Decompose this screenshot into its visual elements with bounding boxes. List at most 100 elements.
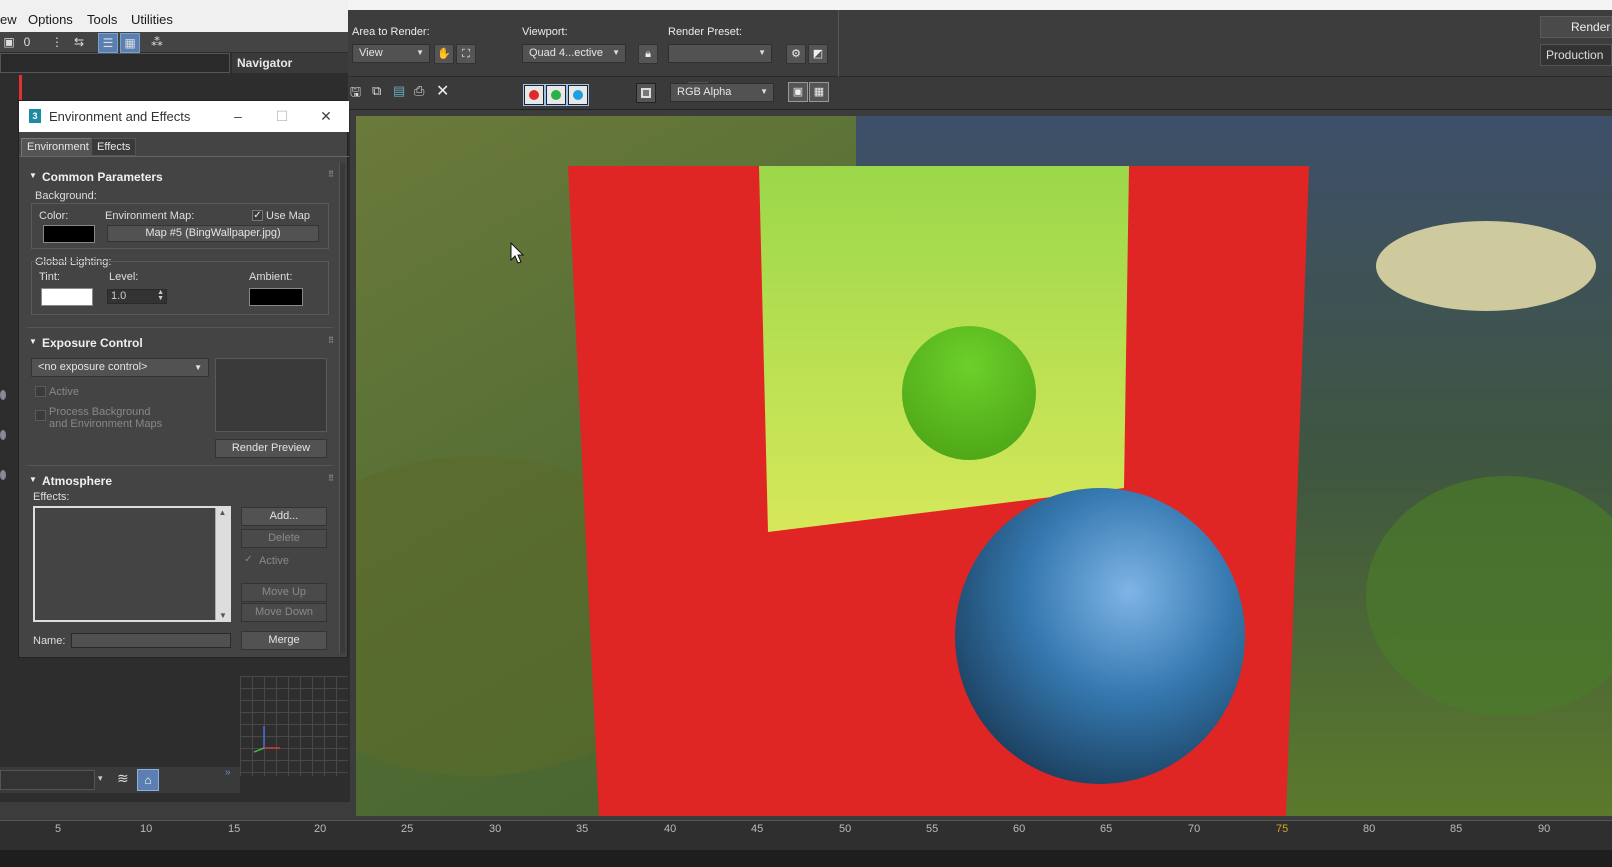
edit-region-icon[interactable]: ✋ (434, 44, 454, 64)
atmosphere-active-checkbox[interactable]: ✓ (243, 555, 254, 566)
exposure-control-dropdown[interactable]: <no exposure control> ▼ (31, 358, 209, 377)
scene-explorer-icon[interactable]: ▦ (120, 33, 140, 53)
active-checkbox[interactable] (35, 386, 46, 397)
viewport-header[interactable] (0, 53, 230, 73)
move-down-button[interactable]: Move Down (241, 603, 327, 622)
name-field[interactable] (71, 633, 231, 648)
channel-display-select[interactable]: RGB Alpha ▼ (670, 83, 774, 102)
scroll-up-icon[interactable]: ▲ (216, 508, 229, 517)
level-value: 1.0 (111, 290, 127, 302)
grip-icon: ⠿ (328, 170, 334, 179)
navigator-grid[interactable] (240, 676, 348, 776)
add-button[interactable]: Add... (241, 507, 327, 526)
menu-bar: ew Options Tools Utilities (0, 0, 350, 32)
rendered-image[interactable] (356, 116, 1612, 816)
viewport-dropdown[interactable]: Quad 4...ective ▼ (522, 44, 626, 63)
level-spinner[interactable]: 1.0 ▲ ▼ (107, 289, 167, 304)
exposure-control-rollout[interactable]: ▼ Exposure Control ⠿ (27, 334, 334, 352)
chevron-down-icon: ▼ (760, 87, 768, 96)
effects-list-scrollbar[interactable]: ▲ ▼ (215, 508, 229, 620)
minimize-icon[interactable]: – (223, 106, 253, 126)
layer-explorer-icon[interactable]: ☰ (98, 33, 118, 53)
ambient-color-swatch[interactable] (249, 288, 303, 306)
snap-icon[interactable]: ⋮ (48, 33, 66, 51)
red-dot-icon (529, 90, 539, 100)
process-background-label-2: and Environment Maps (49, 418, 163, 430)
grip-icon: ⠿ (328, 474, 334, 483)
expand-icon[interactable]: » (225, 767, 231, 778)
chevron-down-icon[interactable]: ▾ (98, 773, 103, 784)
select-icon[interactable]: ▣ (0, 33, 18, 51)
green-channel-button[interactable] (545, 84, 567, 106)
process-background-checkbox[interactable] (35, 410, 46, 421)
tab-environment[interactable]: Environment (21, 138, 95, 156)
auto-region-icon[interactable]: ⛶ (456, 44, 476, 64)
graph-editor-icon[interactable]: ⁂ (148, 33, 166, 51)
current-frame-marker[interactable]: 75 (1276, 823, 1288, 835)
render-preview-button[interactable]: Render Preview (215, 439, 327, 458)
channel-display-value: RGB Alpha (677, 86, 732, 98)
tint-color-swatch[interactable] (41, 288, 93, 306)
rollout-divider (27, 327, 333, 328)
app-logo-icon: 3 (29, 109, 41, 123)
menu-options[interactable]: Options (28, 12, 73, 27)
navigator-title: Navigator (232, 53, 350, 73)
image-info-icon[interactable]: ▦ (809, 82, 829, 102)
timeline-ruler[interactable]: 5 10 15 20 25 30 35 40 45 50 55 60 65 70… (0, 820, 1612, 850)
environment-icon[interactable]: ◩ (808, 44, 828, 64)
clone-frame-icon[interactable]: ▤ (393, 83, 407, 99)
tab-effects[interactable]: Effects (91, 138, 137, 156)
move-up-button[interactable]: Move Up (241, 583, 327, 602)
frame-window-icon[interactable]: ▣ (788, 82, 808, 102)
chevron-down-icon: ▼ (194, 363, 202, 372)
menu-tools[interactable]: Tools (87, 12, 117, 27)
number-icon[interactable]: 0 (18, 33, 36, 51)
effects-list[interactable]: ▲ ▼ (33, 506, 231, 622)
close-icon[interactable]: ✕ (436, 81, 452, 100)
render-window-titlebar[interactable] (348, 0, 1612, 10)
tick-label: 20 (314, 823, 327, 835)
render-button[interactable]: Render (1540, 16, 1612, 38)
ambient-label: Ambient: (249, 271, 293, 283)
close-icon[interactable]: ✕ (311, 106, 341, 126)
red-channel-button[interactable] (523, 84, 545, 106)
production-dropdown[interactable]: Production (1540, 44, 1612, 66)
environment-map-button[interactable]: Map #5 (BingWallpaper.jpg) (107, 225, 319, 242)
delete-button[interactable]: Delete (241, 529, 327, 548)
atmosphere-rollout[interactable]: ▼ Atmosphere ⠿ (27, 472, 334, 490)
common-parameters-rollout[interactable]: ▼ Common Parameters ⠿ (27, 168, 334, 186)
render-setup-icon[interactable]: ⚙ (786, 44, 806, 64)
menu-utilities[interactable]: Utilities (131, 12, 173, 27)
render-preset-dropdown[interactable]: ▼ (668, 44, 772, 63)
maximize-icon[interactable]: ☐ (267, 106, 297, 126)
print-icon[interactable]: ⎙ (414, 83, 430, 99)
mirror-icon[interactable]: ⇆ (70, 33, 88, 51)
slider-dot-icon[interactable] (0, 390, 6, 400)
dialog-scrollbar[interactable] (339, 163, 345, 653)
grip-icon: ⠿ (328, 336, 334, 345)
viewport-value: Quad 4...ective (529, 47, 603, 59)
selection-set-field[interactable] (0, 770, 95, 790)
slider-dot-icon[interactable] (0, 470, 6, 480)
save-image-icon[interactable]: 🖫︎ (350, 83, 364, 99)
effects-label: Effects: (33, 491, 70, 503)
layers-icon[interactable]: ≋ (117, 770, 135, 788)
mouse-cursor-icon (510, 242, 524, 264)
area-to-render-dropdown[interactable]: View ▼ (352, 44, 430, 63)
chevron-down-icon: ▼ (758, 48, 766, 57)
blue-channel-button[interactable] (567, 84, 589, 106)
merge-button[interactable]: Merge (241, 631, 327, 650)
dialog-titlebar[interactable]: 3 Environment and Effects – ☐ ✕ (19, 101, 349, 132)
lock-icon[interactable]: 🔒︎ (638, 44, 658, 64)
tick-label: 30 (489, 823, 502, 835)
area-to-render-value: View (359, 47, 383, 59)
menu-view[interactable]: ew (0, 12, 17, 27)
background-color-swatch[interactable] (43, 225, 95, 243)
viewport-label: Viewport: (522, 26, 568, 38)
alpha-channel-button[interactable] (636, 83, 656, 103)
copy-image-icon[interactable]: ⧉ (372, 83, 386, 99)
slider-dot-icon[interactable] (0, 430, 6, 440)
scroll-down-icon[interactable]: ▼ (216, 611, 230, 620)
hierarchy-icon[interactable]: ⌂ (137, 769, 159, 791)
use-map-checkbox[interactable]: ✓ (252, 210, 263, 221)
